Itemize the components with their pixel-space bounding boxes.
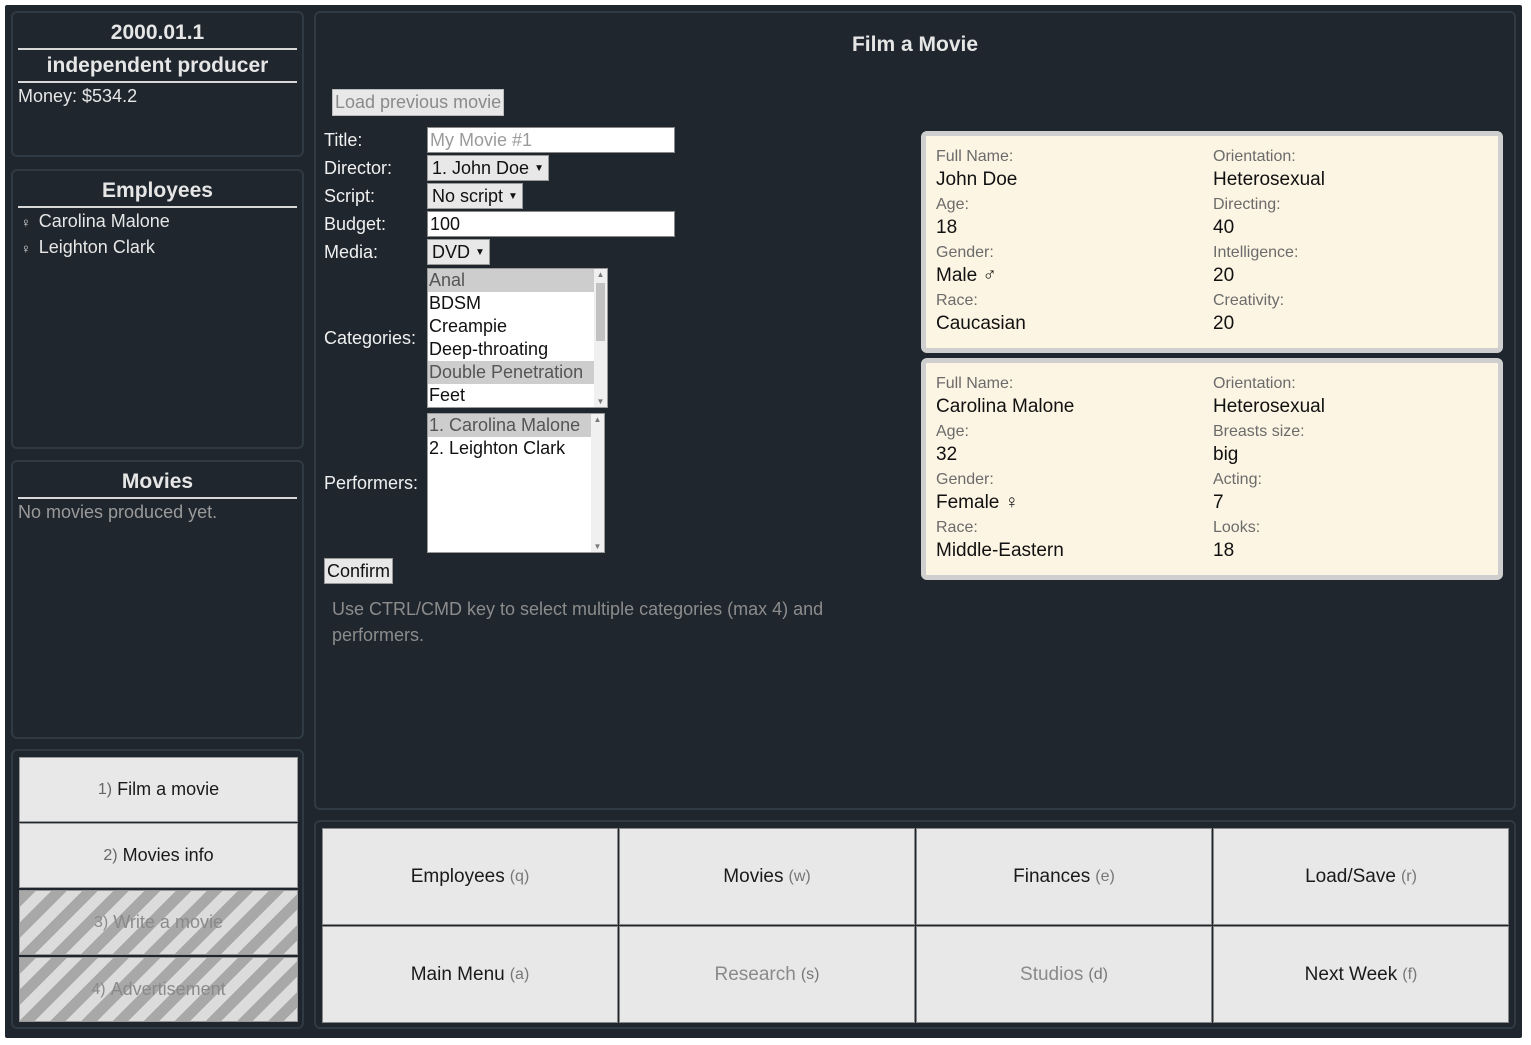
employees-panel: Employees ♀ Carolina Malone ♀ Leighton Cla… bbox=[11, 169, 304, 449]
scroll-down-icon[interactable]: ▼ bbox=[594, 397, 607, 406]
title-input[interactable]: My Movie #1 bbox=[427, 127, 675, 153]
performers-scrollbar[interactable]: ▲ ▼ bbox=[591, 414, 604, 552]
media-select[interactable]: DVD ▼ bbox=[427, 239, 490, 265]
nav-movies-button[interactable]: Movies (w) bbox=[619, 828, 915, 925]
selection-hint: Use CTRL/CMD key to select multiple cate… bbox=[332, 599, 824, 645]
film-movie-button[interactable]: 1) Film a movie bbox=[19, 757, 298, 822]
employee-item[interactable]: ♀ Carolina Malone bbox=[21, 211, 302, 234]
dropdown-arrow-icon: ▼ bbox=[475, 246, 485, 258]
category-option[interactable]: Deep-throating bbox=[428, 338, 607, 361]
actions-panel: 1) Film a movie 2) Movies info 3) Write a m… bbox=[11, 749, 304, 1029]
director-info-card: Full Name: John Doe Age: 18 Gender: Male ♂ … bbox=[921, 131, 1503, 353]
scroll-up-icon[interactable]: ▲ bbox=[591, 415, 604, 424]
budget-input[interactable]: 100 bbox=[427, 211, 675, 237]
movies-info-button[interactable]: 2) Movies info bbox=[19, 823, 298, 888]
performer-option[interactable]: 2. Leighton Clark bbox=[428, 437, 604, 460]
player-role: independent producer bbox=[18, 50, 297, 83]
director-label: Director: bbox=[324, 158, 393, 178]
dropdown-arrow-icon: ▼ bbox=[508, 190, 518, 202]
card-right-column: Orientation: Heterosexual Breasts size: bi… bbox=[1213, 375, 1325, 561]
confirm-button[interactable]: Confirm bbox=[324, 558, 394, 584]
female-icon: ♀ bbox=[21, 215, 31, 230]
script-select[interactable]: No script ▼ bbox=[427, 183, 523, 209]
card-right-column: Orientation: Heterosexual Directing: 40 In… bbox=[1213, 148, 1325, 334]
category-option[interactable]: Anal bbox=[428, 269, 607, 292]
director-select[interactable]: 1. John Doe ▼ bbox=[427, 155, 549, 181]
card-left-column: Full Name: Carolina Malone Age: 32 Gender:… bbox=[936, 375, 1075, 561]
nav-studios-button: Studios (d) bbox=[916, 926, 1212, 1023]
employee-item[interactable]: ♀ Leighton Clark bbox=[21, 237, 302, 260]
media-label: Media: bbox=[324, 242, 379, 262]
category-option[interactable]: BDSM bbox=[428, 292, 607, 315]
page-title: Film a Movie bbox=[851, 33, 979, 56]
load-previous-movie-button[interactable]: Load previous movie bbox=[332, 89, 505, 116]
movies-title: Movies bbox=[18, 470, 297, 499]
employees-title: Employees bbox=[18, 179, 297, 208]
card-left-column: Full Name: John Doe Age: 18 Gender: Male ♂ … bbox=[936, 148, 1026, 334]
script-label: Script: bbox=[324, 186, 376, 206]
current-date: 2000.01.1 bbox=[18, 21, 297, 50]
employee-name: Carolina Malone bbox=[38, 211, 170, 231]
performer-info-card: Full Name: Carolina Malone Age: 32 Gender:… bbox=[921, 358, 1503, 580]
category-option[interactable]: Creampie bbox=[428, 315, 607, 338]
category-option[interactable]: Double Penetration bbox=[428, 361, 607, 384]
nav-employees-button[interactable]: Employees (q) bbox=[322, 828, 618, 925]
budget-label: Budget: bbox=[324, 214, 387, 234]
performers-listbox[interactable]: 1. Carolina Malone 2. Leighton Clark ▲ ▼ bbox=[427, 413, 605, 553]
app-frame: 2000.01.1 independent producer Money: $5… bbox=[5, 5, 1522, 1038]
title-label: Title: bbox=[324, 130, 363, 150]
categories-listbox[interactable]: Anal BDSM Creampie Deep-throating Double… bbox=[427, 268, 608, 408]
scroll-thumb[interactable] bbox=[596, 283, 605, 341]
performers-label: Performers: bbox=[324, 473, 419, 493]
write-movie-button: 3) Write a movie bbox=[19, 890, 298, 955]
advertisement-button: 4) Advertisement bbox=[19, 957, 298, 1022]
scroll-up-icon[interactable]: ▲ bbox=[594, 270, 607, 279]
employee-name: Leighton Clark bbox=[38, 237, 155, 257]
film-movie-panel: Film a Movie Load previous movie Title: … bbox=[314, 11, 1516, 810]
movies-panel: Movies No movies produced yet. bbox=[11, 460, 304, 739]
nav-load-save-button[interactable]: Load/Save (r) bbox=[1213, 828, 1509, 925]
nav-main-menu-button[interactable]: Main Menu (a) bbox=[322, 926, 618, 1023]
category-option[interactable]: Feet bbox=[428, 384, 607, 407]
female-icon: ♀ bbox=[21, 241, 31, 256]
nav-finances-button[interactable]: Finances (e) bbox=[916, 828, 1212, 925]
money-display: Money: $534.2 bbox=[18, 86, 138, 106]
nav-next-week-button[interactable]: Next Week (f) bbox=[1213, 926, 1509, 1023]
categories-label: Categories: bbox=[324, 328, 417, 348]
dropdown-arrow-icon: ▼ bbox=[534, 162, 544, 174]
scroll-down-icon[interactable]: ▼ bbox=[591, 542, 604, 551]
categories-scrollbar[interactable]: ▲ ▼ bbox=[594, 269, 607, 407]
performer-option[interactable]: 1. Carolina Malone bbox=[428, 414, 604, 437]
bottom-nav: Employees (q) Movies (w) Finances (e) Load/… bbox=[314, 820, 1516, 1029]
movies-empty-text: No movies produced yet. bbox=[18, 502, 218, 522]
nav-research-button: Research (s) bbox=[619, 926, 915, 1023]
status-panel: 2000.01.1 independent producer Money: $5… bbox=[11, 11, 304, 157]
